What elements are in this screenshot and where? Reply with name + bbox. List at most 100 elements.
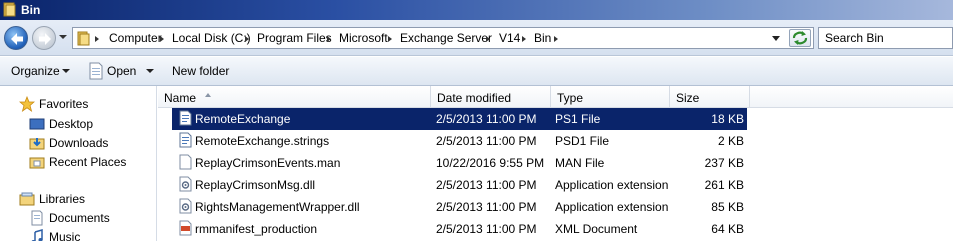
breadcrumb-separator[interactable] xyxy=(160,36,164,42)
nav-documents-label: Documents xyxy=(49,211,110,225)
address-bar[interactable]: Computer Local Disk (C:) Program Files M… xyxy=(72,27,814,49)
file-row[interactable]: ReplayCrimsonEvents.man 10/22/2016 9:55 P… xyxy=(172,152,747,174)
open-dropdown-icon[interactable] xyxy=(146,69,154,73)
libraries-icon xyxy=(19,192,35,206)
file-type: PS1 File xyxy=(555,112,601,126)
file-type: Application extension xyxy=(555,178,669,192)
breadcrumb-separator[interactable] xyxy=(554,36,558,42)
file-name: rmmanifest_production xyxy=(195,222,318,236)
xml-icon xyxy=(179,220,192,236)
star-icon xyxy=(19,96,35,112)
breadcrumb-local-disk[interactable]: Local Disk (C:) xyxy=(172,31,251,45)
file-size: 261 KB xyxy=(704,178,744,192)
folder-icon xyxy=(3,2,16,17)
open-document-icon xyxy=(89,62,103,80)
file-type: XML Document xyxy=(555,222,638,236)
nav-libraries-label: Libraries xyxy=(39,192,86,206)
breadcrumb-separator[interactable] xyxy=(486,36,490,42)
breadcrumb-separator[interactable] xyxy=(522,36,526,42)
breadcrumb-computer[interactable]: Computer xyxy=(109,31,162,45)
breadcrumb-separator[interactable] xyxy=(388,36,392,42)
column-header-type[interactable]: Type xyxy=(551,86,670,108)
file-name: RightsManagementWrapper.dll xyxy=(195,200,360,214)
documents-icon xyxy=(31,210,43,226)
file-name: ReplayCrimsonEvents.man xyxy=(195,156,341,170)
file-size: 85 KB xyxy=(711,200,744,214)
file-row[interactable]: RightsManagementWrapper.dll 2/5/2013 11:0… xyxy=(172,196,747,218)
file-date-modified: 2/5/2013 11:00 PM xyxy=(436,200,537,214)
document-icon xyxy=(179,154,192,170)
breadcrumb-microsoft[interactable]: Microsoft xyxy=(339,31,388,45)
breadcrumb-separator[interactable] xyxy=(95,36,99,42)
file-row[interactable]: RemoteExchange 2/5/2013 11:00 PM PS1 File 1… xyxy=(172,108,747,130)
column-header-date-label: Date modified xyxy=(437,91,512,105)
file-size: 18 KB xyxy=(711,112,744,126)
nav-desktop-label: Desktop xyxy=(49,117,94,131)
breadcrumb-program-files[interactable]: Program Files xyxy=(257,31,332,45)
column-header-size-label: Size xyxy=(676,91,700,105)
music-icon xyxy=(31,229,43,241)
navigation-pane: Favorites Desktop Downloads Recent Place… xyxy=(0,86,157,241)
folder-icon xyxy=(77,31,90,46)
desktop-icon xyxy=(29,118,45,130)
breadcrumb-separator[interactable] xyxy=(245,36,249,42)
file-row[interactable]: rmmanifest_production 2/5/2013 11:00 PM XM… xyxy=(172,218,747,240)
nav-recent-places-label: Recent Places xyxy=(49,155,127,169)
file-name: RemoteExchange xyxy=(195,112,291,126)
column-header-name-label: Name xyxy=(164,91,197,105)
address-bar-area: Computer Local Disk (C:) Program Files M… xyxy=(0,20,953,56)
address-history-dropdown-icon[interactable] xyxy=(772,36,780,41)
back-arrow-icon xyxy=(11,33,23,45)
search-placeholder: Search Bin xyxy=(825,31,884,45)
refresh-button[interactable] xyxy=(789,29,811,47)
column-header-type-label: Type xyxy=(557,91,584,105)
open-button[interactable]: Open xyxy=(107,64,136,78)
file-name: RemoteExchange.strings xyxy=(195,134,330,148)
organize-dropdown-icon[interactable] xyxy=(62,69,70,73)
dll-icon xyxy=(179,176,192,192)
command-bar: Organize Open New folder xyxy=(0,57,953,86)
window-title: Bin xyxy=(21,3,41,17)
script-icon xyxy=(179,110,192,126)
file-type: MAN File xyxy=(555,156,605,170)
file-row[interactable]: RemoteExchange.strings 2/5/2013 11:00 PM P… xyxy=(172,130,747,152)
search-input[interactable]: Search Bin xyxy=(818,27,953,49)
file-size: 237 KB xyxy=(704,156,744,170)
file-date-modified: 2/5/2013 11:00 PM xyxy=(436,222,537,236)
forward-arrow-icon xyxy=(39,33,51,45)
file-size: 2 KB xyxy=(717,134,744,148)
nav-downloads-label: Downloads xyxy=(49,136,109,150)
forward-button[interactable] xyxy=(32,26,56,50)
file-date-modified: 2/5/2013 11:00 PM xyxy=(436,112,537,126)
file-type: Application extension xyxy=(555,200,669,214)
refresh-icon xyxy=(792,31,808,45)
nav-favorites-label: Favorites xyxy=(39,97,89,111)
new-folder-button[interactable]: New folder xyxy=(172,64,229,78)
back-button[interactable] xyxy=(4,26,28,50)
sort-ascending-icon xyxy=(205,93,211,97)
column-header-name[interactable]: Name xyxy=(158,86,431,108)
downloads-folder-icon xyxy=(29,138,45,150)
title-bar: Bin xyxy=(0,0,953,20)
column-headers: Name Date modified Type Size xyxy=(158,86,953,108)
file-name: ReplayCrimsonMsg.dll xyxy=(195,178,316,192)
breadcrumb-exchange-server[interactable]: Exchange Server xyxy=(400,31,492,45)
file-date-modified: 2/5/2013 11:00 PM xyxy=(436,178,537,192)
script-icon xyxy=(179,132,192,148)
file-type: PSD1 File xyxy=(555,134,610,148)
nav-music-label: Music xyxy=(49,230,81,241)
file-list: Name Date modified Type Size RemoteExcha… xyxy=(158,86,953,241)
file-date-modified: 10/22/2016 9:55 PM xyxy=(436,156,545,170)
recent-places-icon xyxy=(29,157,45,169)
column-header-size[interactable]: Size xyxy=(670,86,750,108)
organize-button[interactable]: Organize xyxy=(11,64,60,78)
breadcrumb-v14[interactable]: V14 xyxy=(499,31,520,45)
dll-icon xyxy=(179,198,192,214)
breadcrumb-separator[interactable] xyxy=(327,36,331,42)
file-size: 64 KB xyxy=(711,222,744,236)
recent-pages-dropdown-icon[interactable] xyxy=(59,33,67,41)
breadcrumb-bin[interactable]: Bin xyxy=(534,31,551,45)
column-header-date[interactable]: Date modified xyxy=(431,86,551,108)
file-date-modified: 2/5/2013 11:00 PM xyxy=(436,134,537,148)
file-row[interactable]: ReplayCrimsonMsg.dll 2/5/2013 11:00 PM App… xyxy=(172,174,747,196)
